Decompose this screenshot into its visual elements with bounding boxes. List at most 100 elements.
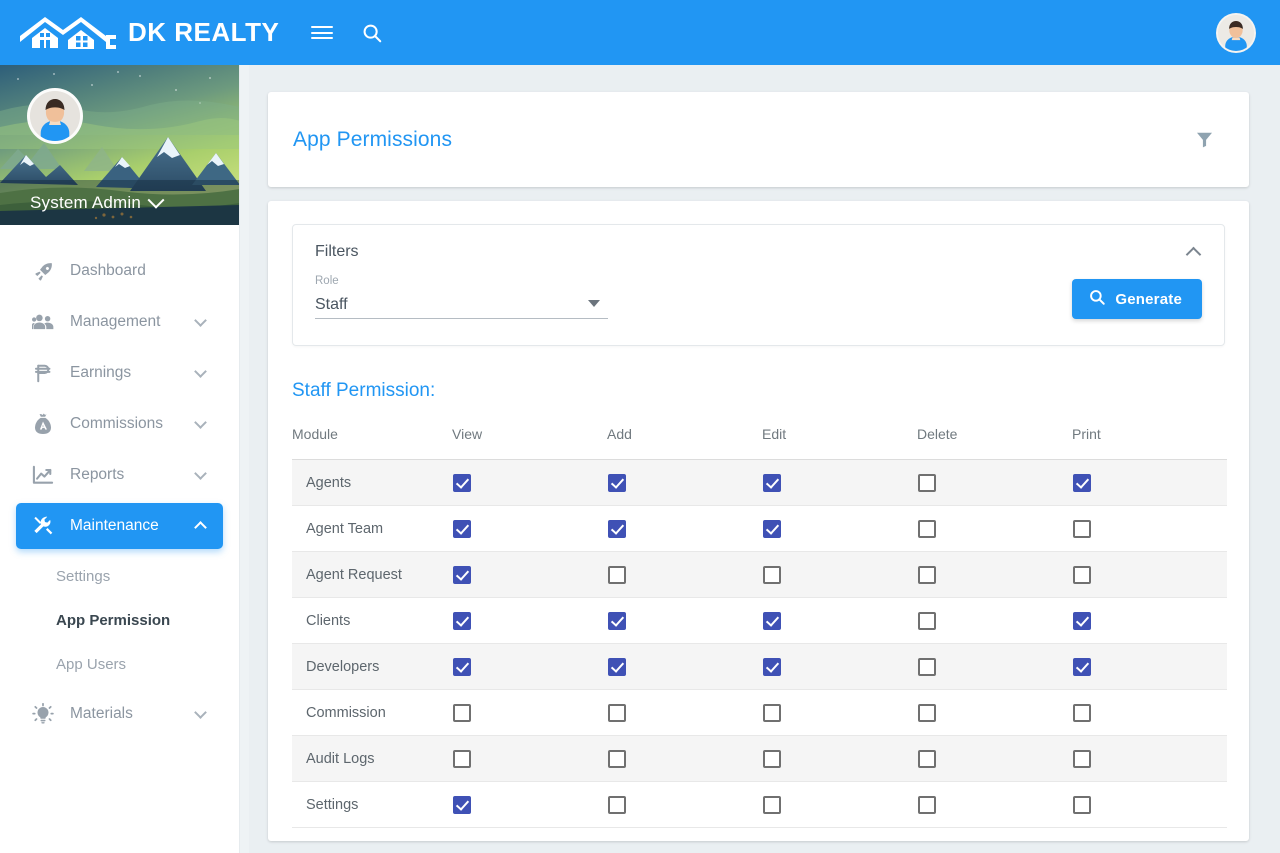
sidebar-item-label: Materials xyxy=(70,705,133,722)
column-header-print: Print xyxy=(1072,426,1227,460)
checkbox-delete[interactable] xyxy=(918,795,936,814)
sidebar-item-commissions[interactable]: Commissions xyxy=(16,401,223,447)
money-bag-icon xyxy=(30,413,56,435)
permission-cell-edit xyxy=(762,459,917,506)
checkbox-edit[interactable] xyxy=(763,565,781,584)
sidebar-subitem-app-permission[interactable]: App Permission xyxy=(0,598,239,642)
checkbox-add[interactable] xyxy=(608,611,626,630)
sidebar-scrollbar[interactable] xyxy=(240,65,249,853)
sidebar-item-management[interactable]: Management xyxy=(16,299,223,345)
generate-button[interactable]: Generate xyxy=(1072,279,1202,319)
sidebar-item-label: Reports xyxy=(70,466,125,483)
checkbox-delete[interactable] xyxy=(918,703,936,722)
checkbox-delete[interactable] xyxy=(918,657,936,676)
checkbox-edit[interactable] xyxy=(763,749,781,768)
checkbox-add[interactable] xyxy=(608,657,626,676)
permission-cell-view xyxy=(452,781,607,828)
checkbox-view[interactable] xyxy=(453,657,471,676)
checkbox-add[interactable] xyxy=(608,473,626,492)
role-filter-field: Role Staff xyxy=(315,275,608,319)
checkbox-add[interactable] xyxy=(608,795,626,814)
checkbox-edit[interactable] xyxy=(763,703,781,722)
top-app-bar: DK REALTY xyxy=(0,0,1280,65)
sidebar-item-materials[interactable]: Materials xyxy=(16,691,223,737)
filters-header[interactable]: Filters xyxy=(315,243,1202,263)
checkbox-view[interactable] xyxy=(453,749,471,768)
column-header-edit: Edit xyxy=(762,426,917,460)
user-avatar[interactable] xyxy=(1216,12,1256,53)
table-row: Audit Logs xyxy=(292,735,1227,782)
lightbulb-icon xyxy=(30,703,56,725)
checkbox-view[interactable] xyxy=(453,795,471,814)
funnel-filter-icon[interactable] xyxy=(1192,128,1216,152)
tools-icon xyxy=(30,515,56,537)
checkbox-edit[interactable] xyxy=(763,611,781,630)
filters-title: Filters xyxy=(315,243,359,260)
user-avatar[interactable] xyxy=(27,88,83,144)
checkbox-add[interactable] xyxy=(608,703,626,722)
checkbox-view[interactable] xyxy=(453,565,471,584)
checkbox-edit[interactable] xyxy=(763,795,781,814)
sidebar-item-maintenance[interactable]: Maintenance xyxy=(16,503,223,549)
table-row: Agent Request xyxy=(292,551,1227,598)
checkbox-print[interactable] xyxy=(1073,519,1091,538)
chevron-up-icon[interactable] xyxy=(1185,246,1202,263)
permission-cell-view xyxy=(452,551,607,598)
sidebar-item-earnings[interactable]: Earnings xyxy=(16,350,223,396)
checkbox-print[interactable] xyxy=(1073,795,1091,814)
checkbox-print[interactable] xyxy=(1073,749,1091,768)
checkbox-edit[interactable] xyxy=(763,473,781,492)
permission-cell-add xyxy=(607,459,762,506)
sidebar-item-label: Management xyxy=(70,313,161,330)
checkbox-edit[interactable] xyxy=(763,657,781,676)
checkbox-view[interactable] xyxy=(453,703,471,722)
permission-cell-delete xyxy=(917,735,1072,782)
permission-cell-edit xyxy=(762,781,917,828)
checkbox-add[interactable] xyxy=(608,565,626,584)
sidebar-item-reports[interactable]: Reports xyxy=(16,452,223,498)
sidebar-profile-name-button[interactable]: System Admin xyxy=(0,180,239,225)
table-row: Agent Team xyxy=(292,505,1227,552)
checkbox-add[interactable] xyxy=(608,519,626,538)
module-name-cell: Clients xyxy=(292,597,452,644)
checkbox-print[interactable] xyxy=(1073,657,1091,676)
brand-logo-group[interactable]: DK REALTY xyxy=(18,11,279,55)
checkbox-print[interactable] xyxy=(1073,473,1091,492)
permission-cell-view xyxy=(452,505,607,552)
sidebar-item-label: Earnings xyxy=(70,364,132,381)
permission-cell-view xyxy=(452,735,607,782)
checkbox-delete[interactable] xyxy=(918,565,936,584)
checkbox-add[interactable] xyxy=(608,749,626,768)
hamburger-menu-icon[interactable] xyxy=(305,16,339,50)
column-header-delete: Delete xyxy=(917,426,1072,460)
search-icon[interactable] xyxy=(355,16,389,50)
checkbox-print[interactable] xyxy=(1073,703,1091,722)
role-select[interactable]: Staff xyxy=(315,291,608,319)
checkbox-view[interactable] xyxy=(453,473,471,492)
checkbox-print[interactable] xyxy=(1073,565,1091,584)
module-name-cell: Audit Logs xyxy=(292,735,452,782)
sidebar-subitem-app-users[interactable]: App Users xyxy=(0,642,239,686)
filters-row: Role Staff Generate xyxy=(315,275,1202,319)
checkbox-delete[interactable] xyxy=(918,473,936,492)
permission-cell-delete xyxy=(917,689,1072,736)
permission-cell-view xyxy=(452,643,607,690)
sidebar-item-dashboard[interactable]: Dashboard xyxy=(16,248,223,294)
checkbox-view[interactable] xyxy=(453,611,471,630)
checkbox-view[interactable] xyxy=(453,519,471,538)
triangle-down-icon xyxy=(588,300,600,307)
sidebar-item-label: Maintenance xyxy=(70,517,159,534)
checkbox-edit[interactable] xyxy=(763,519,781,538)
checkbox-delete[interactable] xyxy=(918,749,936,768)
checkbox-print[interactable] xyxy=(1073,611,1091,630)
table-row: Developers xyxy=(292,643,1227,690)
chevron-down-icon xyxy=(194,313,207,327)
search-icon xyxy=(1088,288,1106,310)
module-name-cell: Developers xyxy=(292,643,452,690)
checkbox-delete[interactable] xyxy=(918,611,936,630)
house-roofs-logo xyxy=(18,11,126,55)
column-header-module: Module xyxy=(292,426,452,460)
chevron-down-icon xyxy=(194,364,207,378)
checkbox-delete[interactable] xyxy=(918,519,936,538)
sidebar-subitem-settings[interactable]: Settings xyxy=(0,554,239,598)
